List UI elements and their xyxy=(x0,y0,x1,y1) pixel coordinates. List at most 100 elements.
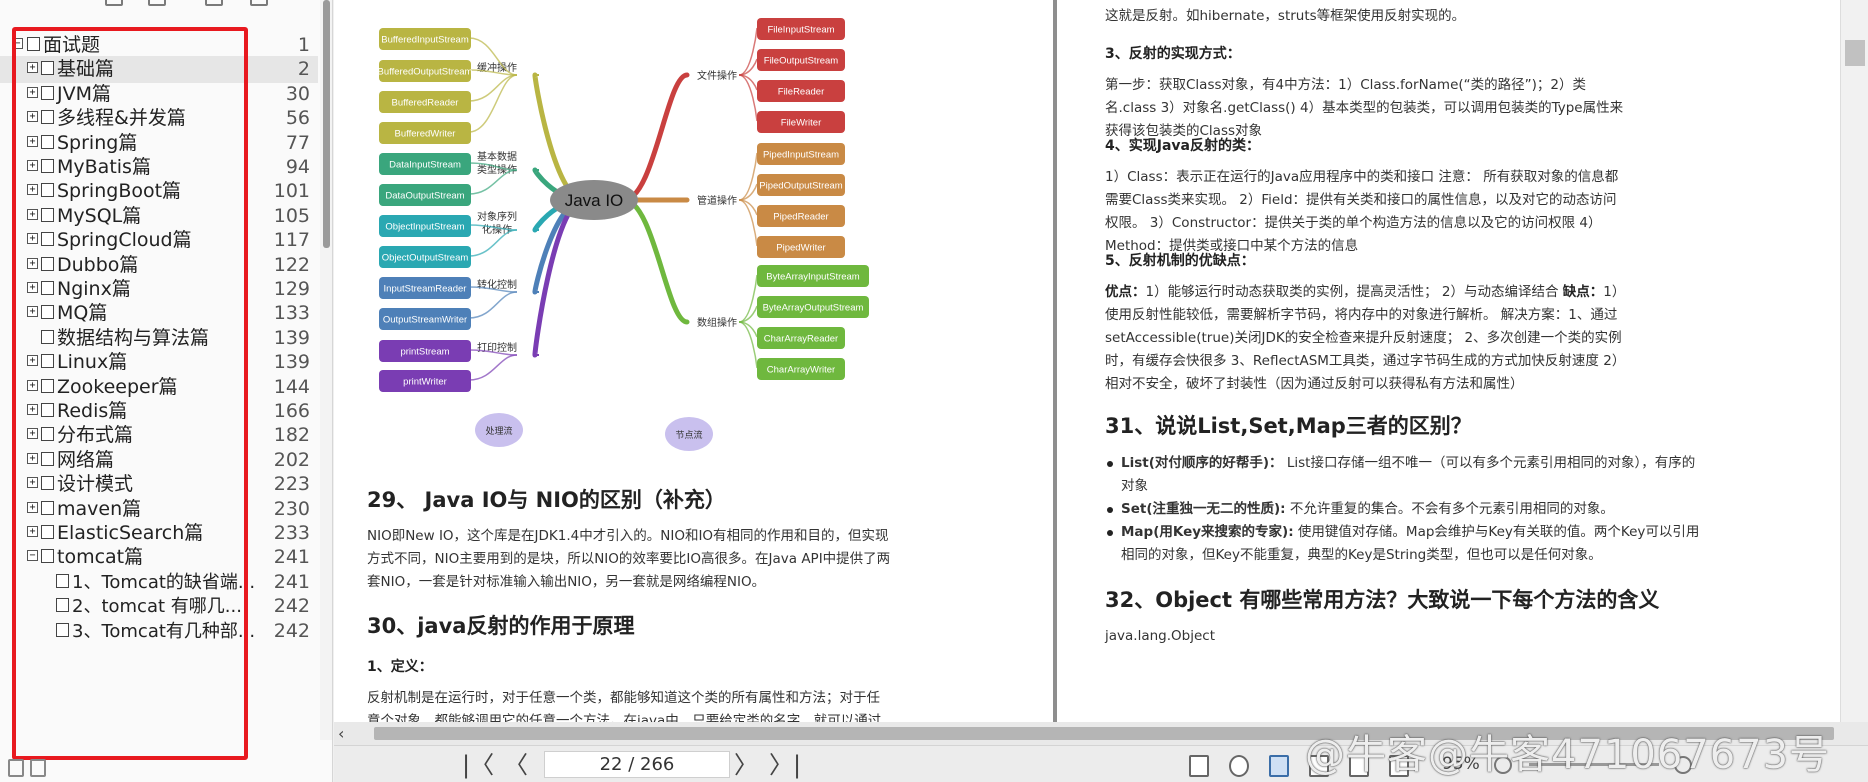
list-item-list: List(对付顺序的好帮手)： List接口存储一组不唯一（可以有多个元素引用相… xyxy=(1105,452,1705,498)
expand-icon[interactable]: + xyxy=(27,379,38,391)
outline-item[interactable]: + 基础篇 2 xyxy=(0,56,318,84)
expand-icon[interactable]: + xyxy=(27,282,38,293)
document-vertical-scrollbar[interactable] xyxy=(1840,0,1868,722)
outline-item[interactable]: 2、tomcat 有哪几... 242 xyxy=(0,593,318,620)
first-page-button[interactable]: |〈 xyxy=(462,750,494,780)
outline-item[interactable]: 1、Tomcat的缺省端... 241 xyxy=(0,569,318,596)
outline-item-page: 1 xyxy=(297,34,310,56)
heading-3: 3、反射的实现方式： xyxy=(1105,46,1241,62)
mindmap-node-label: printStream xyxy=(400,347,449,358)
outline-item[interactable]: + MQ篇 133 xyxy=(0,300,318,327)
outline-item-label: Redis篇 xyxy=(57,400,128,422)
outline-item[interactable]: + MyBatis篇 94 xyxy=(0,154,318,181)
expand-icon[interactable]: + xyxy=(27,62,38,74)
expand-icon[interactable]: + xyxy=(27,306,38,318)
outline-item[interactable]: 3、Tomcat有几种部... 242 xyxy=(0,618,318,645)
expand-icon[interactable]: + xyxy=(27,501,38,513)
outline-item-label: 网络篇 xyxy=(57,448,115,471)
paragraph-4: 1）Class：表示正在运行的Java应用程序中的类和接口 注意： 所有获取对象… xyxy=(1105,169,1619,254)
outline-scroll-thumb[interactable] xyxy=(323,0,330,248)
expand-icon[interactable]: + xyxy=(27,160,38,171)
cons-text: 1）使用反射性能较低，需要解析字节码，将内存中的对象进行解析。 解决方案：1、通… xyxy=(1105,284,1626,392)
expand-icon[interactable]: + xyxy=(27,428,38,440)
outline-item-label: 分布式篇 xyxy=(57,424,134,447)
expand-icon[interactable]: + xyxy=(27,135,38,147)
sidebar-export-icon[interactable] xyxy=(30,759,46,777)
outline-item[interactable]: 数据结构与算法篇 139 xyxy=(0,325,318,352)
sidebar-toggle-icon[interactable] xyxy=(8,759,24,777)
next-page-button[interactable]: 〉 xyxy=(734,750,758,780)
outline-item[interactable]: + MySQL篇 105 xyxy=(0,203,318,230)
bookmark-add-icon[interactable] xyxy=(205,0,223,6)
mindmap-link xyxy=(738,152,758,201)
outline-item-label: 1、Tomcat的缺省端... xyxy=(72,571,256,593)
paragraph-reflection-top: 这就是反射。如hibernate，struts等框架使用反射实现的。 xyxy=(1105,8,1466,24)
outline-item[interactable]: + Nginx篇 129 xyxy=(0,276,318,303)
bookmark-icon xyxy=(41,110,54,125)
expand-icon[interactable]: + xyxy=(27,355,38,367)
mindmap-category-label: 基本数据 xyxy=(477,150,517,163)
outline-item[interactable]: + 网络篇 202 xyxy=(0,447,318,474)
page-number-input[interactable]: 22 / 266 xyxy=(544,751,730,778)
bookmark-icon xyxy=(41,451,54,466)
outline-item[interactable]: + SpringBoot篇 101 xyxy=(0,178,318,205)
outline-item[interactable]: − tomcat篇 241 xyxy=(0,544,318,571)
expand-icon[interactable]: + xyxy=(27,257,38,269)
actual-size-icon[interactable] xyxy=(1189,755,1209,777)
heading-5: 5、反射机制的优缺点： xyxy=(1105,253,1255,269)
outline-item-label: tomcat篇 xyxy=(57,546,144,569)
expand-icon[interactable]: + xyxy=(27,452,38,464)
collapse-icon[interactable]: − xyxy=(27,550,38,562)
expand-icon[interactable]: + xyxy=(27,233,38,245)
mindmap-node-label: CharArrayWriter xyxy=(767,365,835,376)
outline-item[interactable]: + 多线程&并发篇 56 xyxy=(0,105,318,132)
mindmap-link xyxy=(468,74,518,133)
document-vertical-scroll-thumb[interactable] xyxy=(1845,40,1865,66)
watermark: @牛客@牛客471067673号 xyxy=(1305,732,1831,778)
outline-item[interactable]: + maven篇 230 xyxy=(0,496,318,523)
expand-all-icon[interactable] xyxy=(105,0,123,6)
collapse-all-icon[interactable] xyxy=(148,0,166,6)
outline-item[interactable]: + Spring篇 77 xyxy=(0,130,318,157)
outline-item[interactable]: + Linux篇 139 xyxy=(0,349,318,376)
outline-item[interactable]: + Redis篇 166 xyxy=(0,398,318,425)
previous-page-button[interactable]: 〈 xyxy=(504,750,528,780)
expand-icon[interactable]: + xyxy=(27,477,38,489)
cons-label: 缺点： xyxy=(1562,284,1604,300)
paragraph-3: 第一步：获取Class对象，有4中方法：1）Class.forName(“类的路… xyxy=(1105,77,1624,139)
expand-icon[interactable]: + xyxy=(27,184,38,196)
outline-item[interactable]: + Dubbo篇 122 xyxy=(0,252,318,279)
bookmark-icon xyxy=(41,549,54,564)
mindmap-node-label: CharArrayReader xyxy=(764,334,838,345)
expand-icon[interactable]: + xyxy=(27,111,38,123)
outline-item[interactable]: + ElasticSearch篇 233 xyxy=(0,520,318,547)
outline-item[interactable]: + Zookeeper篇 144 xyxy=(0,374,318,401)
expand-icon[interactable]: + xyxy=(27,404,38,415)
outline-item[interactable]: + SpringCloud篇 117 xyxy=(0,227,318,254)
fit-page-icon[interactable] xyxy=(1229,755,1249,777)
outline-scrollbar[interactable] xyxy=(320,0,332,740)
outline-item[interactable]: + JVM篇 30 xyxy=(0,81,318,108)
bookmark-icon xyxy=(56,598,69,613)
outline-item-label: JVM篇 xyxy=(57,82,111,105)
outline-item[interactable]: + 分布式篇 182 xyxy=(0,422,318,449)
collapse-icon[interactable]: − xyxy=(12,38,23,49)
outline-item-page: 202 xyxy=(273,448,310,471)
fit-width-icon[interactable] xyxy=(1269,755,1289,777)
document-view[interactable]: 缓冲操作 BufferedInputStream BufferedOutputStr… xyxy=(334,0,1868,722)
outline-item-page: 30 xyxy=(285,82,310,105)
outline-item-label: 基础篇 xyxy=(57,58,115,81)
outline-item-label: Zookeeper篇 xyxy=(57,375,178,398)
expand-icon[interactable]: + xyxy=(27,86,38,98)
scroll-left-arrow-icon[interactable]: ‹ xyxy=(338,724,344,743)
last-page-button[interactable]: 〉| xyxy=(769,750,801,780)
mindmap-node-label: PipedOutputStream xyxy=(759,181,843,192)
expand-icon[interactable]: + xyxy=(27,208,38,220)
heading-30-1: 1、定义： xyxy=(367,659,433,675)
bookmark-icon xyxy=(56,622,69,637)
bookmark-delete-icon[interactable] xyxy=(250,0,268,6)
pdf-page-right: 这就是反射。如hibernate，struts等框架使用反射实现的。 3、反射的… xyxy=(1057,0,1868,722)
outline-item[interactable]: − 面试题 1 xyxy=(0,32,318,59)
outline-item[interactable]: + 设计模式 223 xyxy=(0,471,318,498)
expand-icon[interactable]: + xyxy=(27,526,38,537)
